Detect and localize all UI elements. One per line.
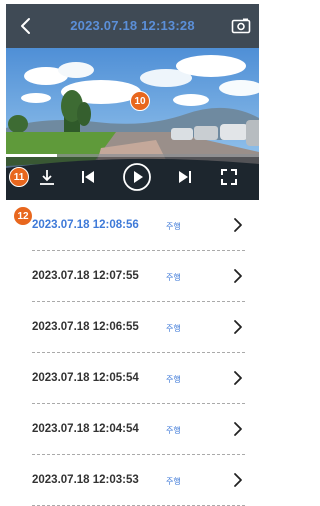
recording-time: 2023.07.18 12:05:54 bbox=[32, 372, 139, 384]
recording-type-label: 주행 bbox=[166, 222, 181, 231]
previous-clip-button[interactable] bbox=[75, 164, 101, 190]
playback-progress-fill bbox=[6, 154, 57, 157]
skip-previous-icon bbox=[82, 171, 94, 183]
top-bar: 2023.07.18 12:13:28 bbox=[6, 4, 259, 48]
annotation-badge-video: 10 bbox=[130, 91, 150, 111]
chevron-right-icon bbox=[234, 269, 242, 283]
playback-progress-bar[interactable] bbox=[6, 154, 259, 157]
play-button[interactable] bbox=[122, 162, 152, 192]
chevron-right-icon bbox=[234, 422, 242, 436]
next-clip-button[interactable] bbox=[172, 164, 198, 190]
skip-next-icon bbox=[179, 171, 191, 183]
recording-list-item[interactable]: 2023.07.18 12:08:56 주행 bbox=[6, 200, 259, 251]
recording-list: 2023.07.18 12:08:56 주행 2023.07.18 12:07:55… bbox=[6, 200, 259, 506]
chevron-right-icon bbox=[234, 371, 242, 385]
recording-type-label: 주행 bbox=[166, 375, 181, 384]
chevron-right-icon bbox=[234, 218, 242, 232]
recording-list-item[interactable]: 2023.07.18 12:03:53 주행 bbox=[6, 455, 259, 506]
recording-time: 2023.07.18 12:03:53 bbox=[32, 474, 139, 486]
recording-list-item[interactable]: 2023.07.18 12:05:54 주행 bbox=[6, 353, 259, 404]
download-button[interactable] bbox=[34, 164, 60, 190]
download-icon bbox=[40, 170, 54, 185]
app-screen: 2023.07.18 12:13:28 10 11 12 2023.07.18 … bbox=[6, 4, 259, 506]
recording-type-label: 주행 bbox=[166, 477, 181, 486]
recording-timestamp-title: 2023.07.18 12:13:28 bbox=[70, 18, 195, 33]
recording-time: 2023.07.18 12:06:55 bbox=[32, 321, 139, 333]
capture-screenshot-button[interactable] bbox=[231, 16, 251, 36]
recording-type-label: 주행 bbox=[166, 273, 181, 282]
play-icon bbox=[123, 163, 151, 191]
recording-list-item[interactable]: 2023.07.18 12:04:54 주행 bbox=[6, 404, 259, 455]
chevron-right-icon bbox=[234, 320, 242, 334]
chevron-right-icon bbox=[234, 473, 242, 487]
recording-time: 2023.07.18 12:07:55 bbox=[32, 270, 139, 282]
recording-list-item[interactable]: 2023.07.18 12:07:55 주행 bbox=[6, 251, 259, 302]
annotation-badge-download: 11 bbox=[9, 167, 29, 187]
screenshot-camera-icon bbox=[231, 18, 251, 34]
recording-time: 2023.07.18 12:04:54 bbox=[32, 423, 139, 435]
recording-type-label: 주행 bbox=[166, 426, 181, 435]
fullscreen-button[interactable] bbox=[216, 164, 242, 190]
fullscreen-icon bbox=[221, 169, 237, 185]
recording-list-item[interactable]: 2023.07.18 12:06:55 주행 bbox=[6, 302, 259, 353]
recording-time: 2023.07.18 12:08:56 bbox=[32, 219, 139, 231]
recording-type-label: 주행 bbox=[166, 324, 181, 333]
